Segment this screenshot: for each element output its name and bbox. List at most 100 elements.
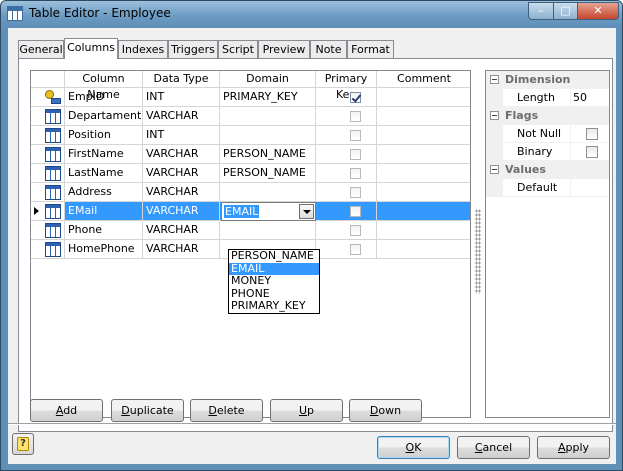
tab-columns[interactable]: Columns xyxy=(64,38,118,59)
table-row[interactable]: EmpID INT PRIMARY_KEY xyxy=(31,88,470,107)
grid-header-comment[interactable]: Comment xyxy=(377,71,470,88)
column-name-cell[interactable]: Address xyxy=(65,183,143,202)
collapse-icon[interactable] xyxy=(490,165,499,174)
primary-key-checkbox[interactable] xyxy=(350,244,361,255)
primary-key-cell[interactable] xyxy=(316,88,377,107)
grid-header-domain[interactable]: Domain xyxy=(220,71,316,88)
table-row[interactable]: Departament VARCHAR xyxy=(31,107,470,126)
column-name-cell[interactable]: EMail xyxy=(65,202,143,221)
default-value[interactable] xyxy=(571,179,609,197)
tab-script[interactable]: Script xyxy=(218,40,258,59)
splitter-handle[interactable] xyxy=(475,209,481,294)
tab-general[interactable]: General xyxy=(18,40,64,59)
table-row[interactable]: Address VARCHAR xyxy=(31,183,470,202)
comment-cell[interactable] xyxy=(377,221,470,240)
maximize-button[interactable]: □ xyxy=(553,2,578,20)
domain-cell[interactable] xyxy=(220,221,316,240)
category-flags[interactable]: Flags xyxy=(486,107,609,125)
column-name-cell[interactable]: LastName xyxy=(65,164,143,183)
row-indicator[interactable] xyxy=(31,88,65,107)
table-row[interactable]: LastName VARCHAR PERSON_NAME xyxy=(31,164,470,183)
tab-format[interactable]: Format xyxy=(347,40,394,59)
table-row[interactable]: Position INT xyxy=(31,126,470,145)
dropdown-option[interactable]: PERSON_NAME xyxy=(229,250,319,263)
primary-key-cell[interactable] xyxy=(316,240,377,259)
data-type-cell[interactable]: INT xyxy=(143,126,220,145)
comment-cell[interactable] xyxy=(377,88,470,107)
minimize-button[interactable]: – xyxy=(528,2,554,20)
data-type-cell[interactable]: INT xyxy=(143,88,220,107)
table-row[interactable]: EMail VARCHAR EMAIL xyxy=(31,202,470,221)
comment-cell[interactable] xyxy=(377,126,470,145)
grid-header-data-type[interactable]: Data Type xyxy=(143,71,220,88)
dropdown-option[interactable]: MONEY xyxy=(229,275,319,288)
title-bar[interactable]: Table Editor - Employee – □ ✕ xyxy=(1,1,622,27)
primary-key-checkbox[interactable] xyxy=(350,92,361,103)
primary-key-cell[interactable] xyxy=(316,107,377,126)
primary-key-cell[interactable] xyxy=(316,202,377,221)
comment-cell[interactable] xyxy=(377,145,470,164)
ok-button[interactable]: OK xyxy=(377,436,450,459)
data-type-cell[interactable]: VARCHAR xyxy=(143,164,220,183)
row-indicator[interactable] xyxy=(31,202,65,221)
comment-cell[interactable] xyxy=(377,240,470,259)
primary-key-checkbox[interactable] xyxy=(350,206,361,217)
tab-preview[interactable]: Preview xyxy=(258,40,310,59)
table-row[interactable]: Phone VARCHAR xyxy=(31,221,470,240)
comment-cell[interactable] xyxy=(377,107,470,126)
row-indicator[interactable] xyxy=(31,221,65,240)
primary-key-cell[interactable] xyxy=(316,145,377,164)
table-row[interactable]: FirstName VARCHAR PERSON_NAME xyxy=(31,145,470,164)
delete-button[interactable]: Delete xyxy=(190,399,263,422)
row-indicator[interactable] xyxy=(31,183,65,202)
domain-dropdown-list[interactable]: PERSON_NAME EMAIL MONEY PHONE PRIMARY_KE… xyxy=(228,249,320,314)
domain-cell[interactable]: PRIMARY_KEY xyxy=(220,88,316,107)
property-length[interactable]: Length 50 xyxy=(486,89,609,107)
domain-cell[interactable] xyxy=(220,126,316,145)
apply-button[interactable]: Apply xyxy=(537,436,610,459)
row-indicator[interactable] xyxy=(31,164,65,183)
primary-key-cell[interactable] xyxy=(316,164,377,183)
primary-key-checkbox[interactable] xyxy=(350,187,361,198)
chevron-down-icon[interactable] xyxy=(299,204,314,219)
row-indicator[interactable] xyxy=(31,126,65,145)
domain-cell[interactable]: PERSON_NAME xyxy=(220,145,316,164)
grid-header-column-name[interactable]: Column Name xyxy=(65,71,143,101)
data-type-cell[interactable]: VARCHAR xyxy=(143,240,220,259)
data-type-cell[interactable]: VARCHAR xyxy=(143,107,220,126)
columns-grid[interactable]: Column Name Data Type Domain Primary Key… xyxy=(30,70,471,418)
property-not-null[interactable]: Not Null xyxy=(486,125,609,143)
category-values[interactable]: Values xyxy=(486,161,609,179)
column-name-cell[interactable]: Position xyxy=(65,126,143,145)
row-indicator[interactable] xyxy=(31,240,65,259)
down-button[interactable]: Down xyxy=(349,399,422,422)
category-dimension[interactable]: Dimension xyxy=(486,71,609,89)
domain-combobox[interactable]: EMAIL xyxy=(221,202,316,221)
primary-key-checkbox[interactable] xyxy=(350,111,361,122)
data-type-cell[interactable]: VARCHAR xyxy=(143,145,220,164)
domain-cell[interactable] xyxy=(220,183,316,202)
primary-key-cell[interactable] xyxy=(316,221,377,240)
primary-key-cell[interactable] xyxy=(316,183,377,202)
binary-checkbox[interactable] xyxy=(586,146,598,158)
property-default[interactable]: Default xyxy=(486,179,609,197)
dropdown-option[interactable]: PRIMARY_KEY xyxy=(229,300,319,313)
property-binary[interactable]: Binary xyxy=(486,143,609,161)
data-type-cell[interactable]: VARCHAR xyxy=(143,183,220,202)
collapse-icon[interactable] xyxy=(490,75,499,84)
length-value[interactable]: 50 xyxy=(571,89,609,107)
column-name-cell[interactable]: EmpID xyxy=(65,88,143,107)
primary-key-checkbox[interactable] xyxy=(350,225,361,236)
column-name-cell[interactable]: Departament xyxy=(65,107,143,126)
data-type-cell[interactable]: VARCHAR xyxy=(143,202,220,221)
row-indicator[interactable] xyxy=(31,145,65,164)
up-button[interactable]: Up xyxy=(270,399,343,422)
comment-cell[interactable] xyxy=(377,164,470,183)
primary-key-checkbox[interactable] xyxy=(350,149,361,160)
close-button[interactable]: ✕ xyxy=(577,2,619,20)
tab-triggers[interactable]: Triggers xyxy=(168,40,218,59)
help-button[interactable]: ? xyxy=(12,433,34,455)
cancel-button[interactable]: Cancel xyxy=(457,436,530,459)
comment-cell[interactable] xyxy=(377,202,470,221)
primary-key-cell[interactable] xyxy=(316,126,377,145)
